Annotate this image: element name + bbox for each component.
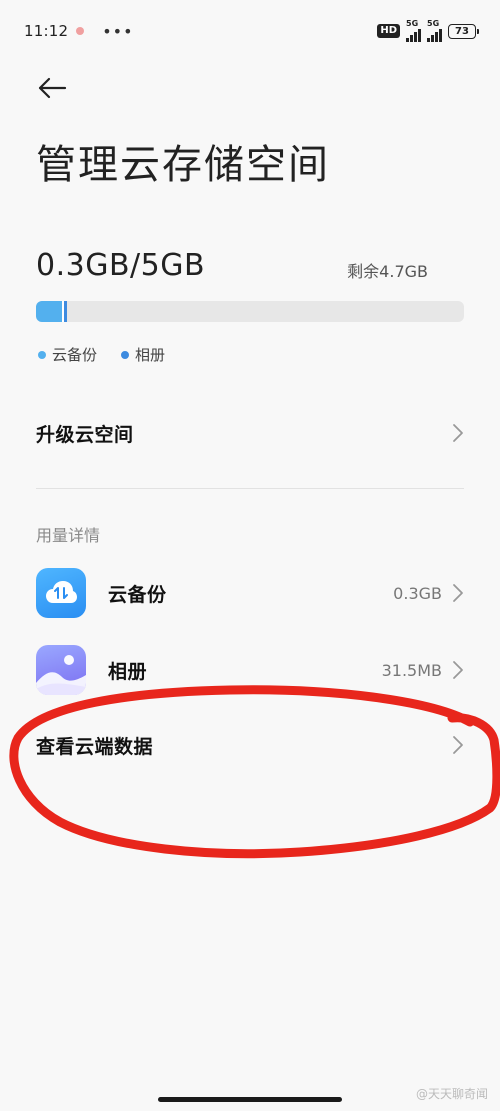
chevron-right-icon [453,736,463,754]
back-button[interactable] [30,70,74,106]
progress-album [63,301,67,322]
chevron-right-icon [453,424,463,442]
status-icons: HD 5G 5G 73 [377,18,479,42]
storage-remaining: 剩余4.7GB [347,262,428,281]
usage-row-album[interactable]: 相册 31.5MB [0,643,500,697]
usage-details-header: 用量详情 [36,526,101,545]
more-notifications-icon: ••• [102,21,134,41]
status-time: 11:12 [24,22,69,40]
signal-icon: 5G [427,18,442,42]
status-bar: 11:12 ••• HD 5G 5G 73 [0,0,500,62]
legend-dot-icon [121,350,130,359]
legend-dot-icon [38,350,46,359]
usage-item-label: 相册 [108,660,148,683]
usage-item-value: 0.3GB [393,583,442,603]
network-type-label: 5G [427,18,440,28]
upgrade-cloud-space-row[interactable]: 升级云空间 [0,408,500,458]
hd-voice-icon: HD [377,24,400,38]
home-indicator[interactable] [158,1097,342,1102]
storage-progress-bar [36,301,464,322]
progress-cloud-backup [36,301,62,322]
view-cloud-data-row[interactable]: 查看云端数据 [0,720,500,770]
legend-label: 相册 [135,346,166,364]
back-arrow-icon [38,77,67,99]
network-type-label: 5G [406,18,419,28]
battery-icon: 73 [448,23,479,39]
legend-label: 云备份 [52,346,98,364]
usage-row-cloud-backup[interactable]: 云备份 0.3GB [0,566,500,620]
usage-item-value: 31.5MB [381,660,442,680]
usage-item-label: 云备份 [108,583,167,606]
storage-usage-total: 0.3GB/5GB [36,248,206,283]
notification-dot-icon [76,27,85,35]
battery-level: 73 [455,25,469,37]
upgrade-cloud-space-label: 升级云空间 [36,423,134,446]
cloud-backup-icon [36,568,86,618]
view-cloud-data-label: 查看云端数据 [36,735,154,758]
photo-album-icon [36,645,86,695]
storage-legend: 云备份 相册 [38,344,165,365]
legend-item-album: 相册 [121,344,165,365]
chevron-right-icon [453,661,463,679]
page-title: 管理云存储空间 [36,142,330,188]
chevron-right-icon [453,584,463,602]
legend-item-cloud-backup: 云备份 [38,344,97,365]
signal-icon: 5G [406,18,421,42]
watermark: @天天聊奇闻 [415,1087,488,1101]
section-divider [36,488,464,489]
